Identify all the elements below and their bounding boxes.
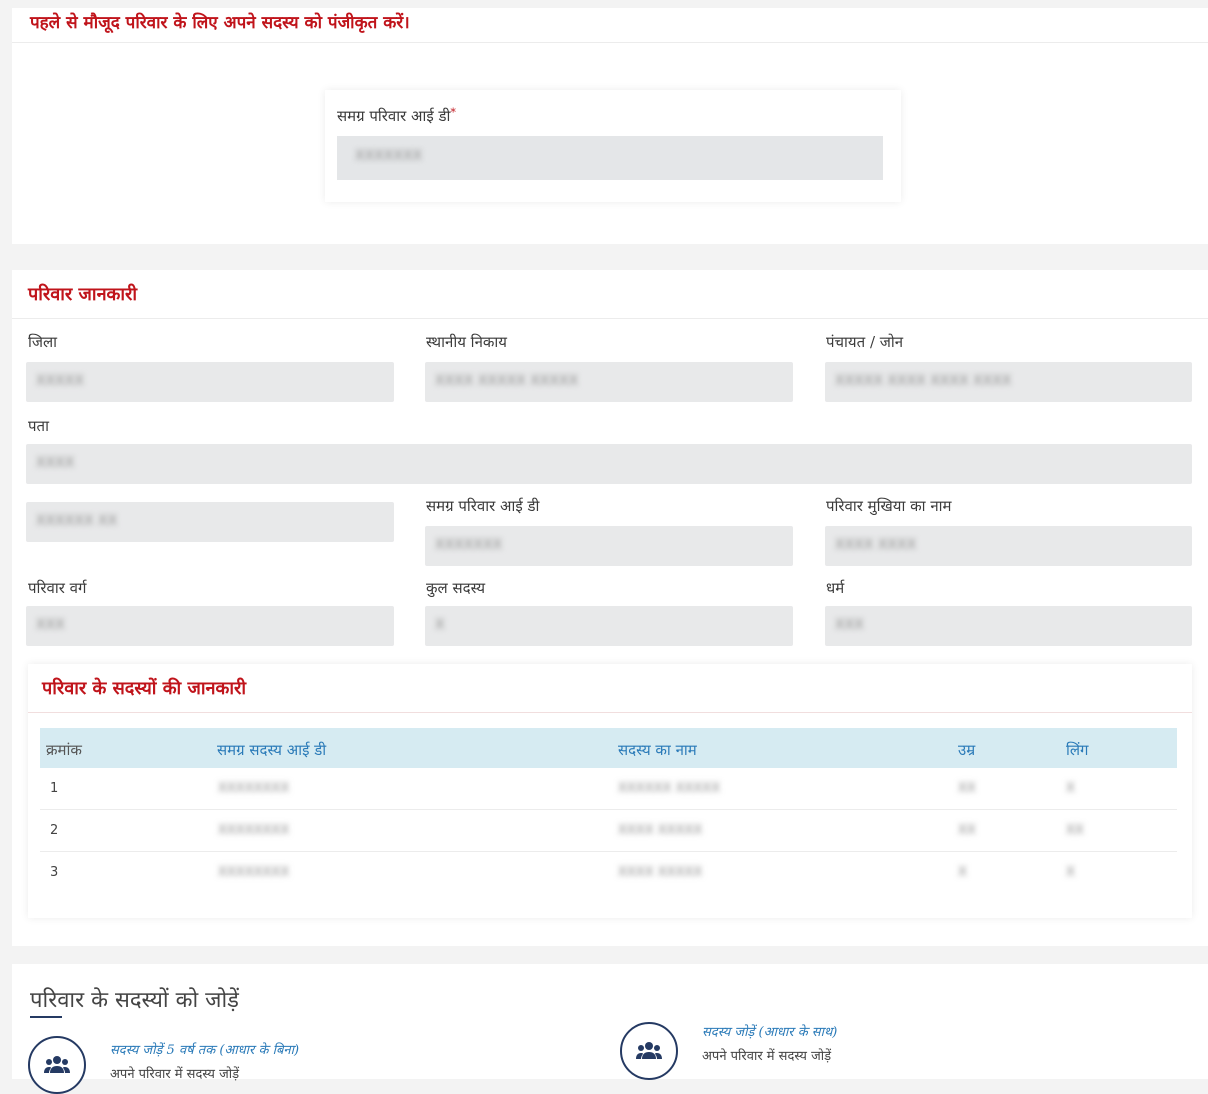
col-age[interactable]: उम्र [958,740,975,760]
register-title: पहले से मौजूद परिवार के लिए अपने सदस्य क… [30,13,410,33]
members-table: क्रमांक समग्र सदस्य आई डी सदस्य का नाम उ… [40,728,1177,894]
col-serial: क्रमांक [46,741,82,759]
head-name-label: परिवार मुखिया का नाम [826,497,952,515]
table-row: 2 XXXXXXXX XXXX XXXXX XX XX [40,810,1177,852]
add-member-without-aadhaar[interactable]: सदस्य जोड़ें 5 वर्ष तक (आधार के बिना) अप… [28,1026,448,1094]
family-id-input[interactable]: XXXXXXX [337,136,883,180]
head-name-field: XXXX XXXX [825,526,1192,566]
family-id-card: समग्र परिवार आई डी* XXXXXXX [325,90,901,202]
address-label: पता [28,417,49,435]
address-extra-field: XXXXXX XX [26,502,394,542]
category-label: परिवार वर्ग [28,579,87,597]
option1-subtitle: अपने परिवार में सदस्य जोड़ें [110,1067,240,1082]
local-body-label: स्थानीय निकाय [426,333,507,351]
col-member-id[interactable]: समग्र सदस्य आई डी [217,740,326,760]
total-members-field: X [425,606,793,646]
title-underline [30,1016,62,1018]
local-body-field: XXXX XXXXX XXXXX [425,362,793,402]
add-members-title: परिवार के सदस्यों को जोड़ें [30,988,239,1013]
users-icon [28,1036,86,1094]
option2-title[interactable]: सदस्य जोड़ें (आधार के साथ) [702,1022,837,1040]
register-title-bar: पहले से मौजूद परिवार के लिए अपने सदस्य क… [12,8,1208,43]
total-members-label: कुल सदस्य [426,579,486,597]
members-card: परिवार के सदस्यों की जानकारी क्रमांक समग… [28,664,1192,918]
category-field: XXX [26,606,394,646]
register-panel: पहले से मौजूद परिवार के लिए अपने सदस्य क… [12,8,1208,244]
members-title: परिवार के सदस्यों की जानकारी [42,678,247,699]
table-row: 3 XXXXXXXX XXXX XXXXX X X [50,865,1075,880]
religion-label: धर्म [826,579,845,597]
col-gender[interactable]: लिंग [1066,740,1089,760]
table-header: क्रमांक समग्र सदस्य आई डी सदस्य का नाम उ… [40,728,1177,768]
family-info-title-bar: परिवार जानकारी [12,270,1208,319]
family-id-label: समग्र परिवार आई डी* [337,106,456,125]
religion-field: XXX [825,606,1192,646]
family-info-title: परिवार जानकारी [28,284,138,305]
users-icon [620,1022,678,1080]
family-id-info-field: XXXXXXX [425,526,793,566]
panchayat-label: पंचायत / जोन [826,333,904,351]
members-title-bar: परिवार के सदस्यों की जानकारी [28,664,1192,713]
add-member-with-aadhaar[interactable]: सदस्य जोड़ें (आधार के साथ) अपने परिवार म… [620,1016,1040,1080]
option2-subtitle: अपने परिवार में सदस्य जोड़ें [702,1049,832,1064]
district-label: जिला [28,333,58,351]
add-members-panel: परिवार के सदस्यों को जोड़ें सदस्य जोड़ें… [12,964,1208,1094]
table-row: 1 XXXXXXXX XXXXXX XXXXX XX X [40,768,1177,810]
option1-title[interactable]: सदस्य जोड़ें 5 वर्ष तक (आधार के बिना) [110,1040,299,1058]
col-member-name[interactable]: सदस्य का नाम [618,740,697,760]
panchayat-field: XXXXX XXXX XXXX XXXX [825,362,1192,402]
address-field: XXXX [26,444,1192,484]
district-field: XXXXX [26,362,394,402]
family-id-info-label: समग्र परिवार आई डी [426,497,540,515]
